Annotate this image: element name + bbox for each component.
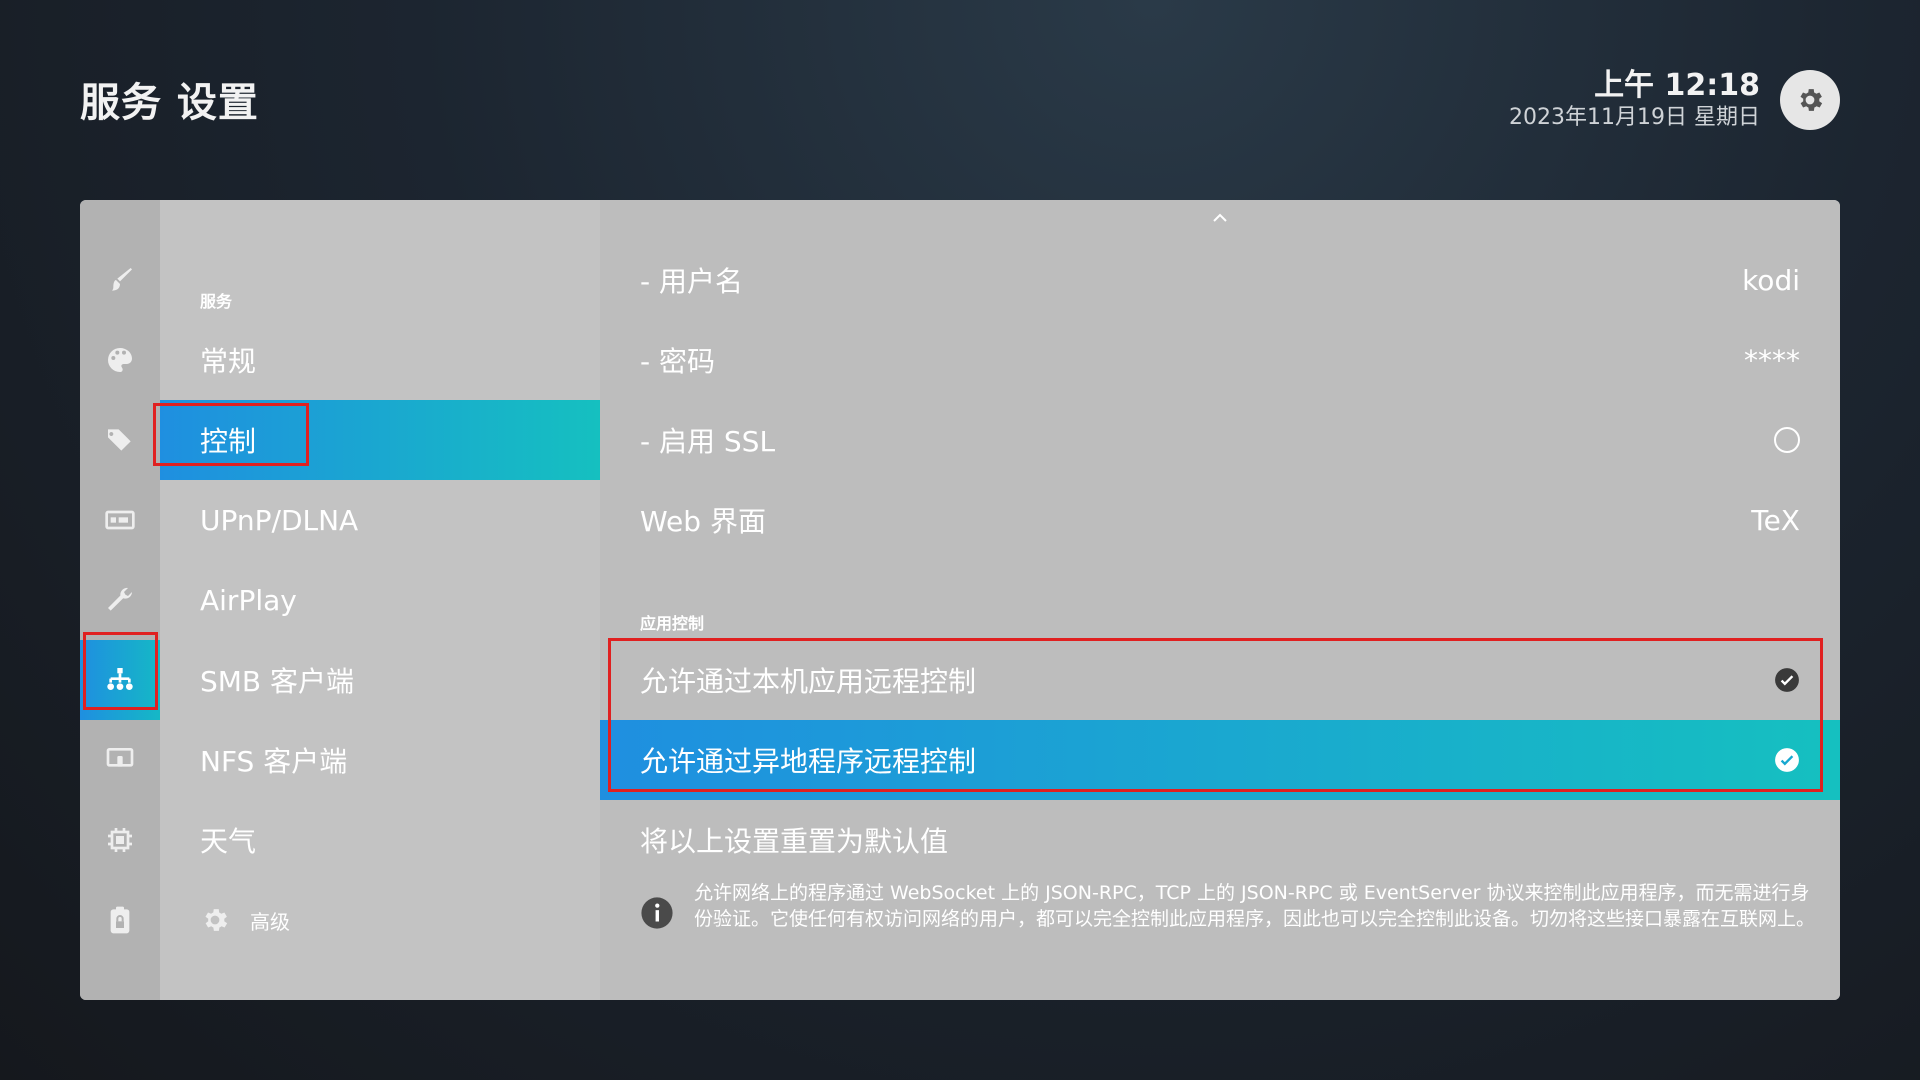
- scroll-up-chevron-icon[interactable]: [1208, 206, 1232, 230]
- clock-time: 上午 12:18: [1594, 68, 1760, 103]
- page-title: 服务 设置: [80, 80, 259, 126]
- remote-display-icon: [106, 748, 134, 767]
- menu-item-label: SMB 客户端: [200, 665, 355, 698]
- menu-item-label: NFS 客户端: [200, 745, 348, 778]
- menu-item-label: 控制: [200, 425, 257, 458]
- clock-date: 2023年11月19日 星期日: [1509, 105, 1760, 130]
- setting-value: kodi: [1742, 263, 1800, 297]
- menu-item-smb[interactable]: SMB 客户端: [160, 640, 600, 720]
- menu-item-upnp[interactable]: UPnP/DLNA: [160, 480, 600, 560]
- setting-description-text: 允许网络上的程序通过 WebSocket 上的 JSON-RPC，TCP 上的 …: [694, 882, 1816, 930]
- category-profiles[interactable]: [80, 880, 160, 960]
- setting-enable-ssl[interactable]: - 启用 SSL: [600, 400, 1840, 480]
- setting-label: - 密码: [640, 345, 716, 378]
- settings-content: - 用户名 kodi - 密码 **** - 启用 SSL Web 界面 TeX…: [600, 200, 1840, 1000]
- settings-panel: 服务 常规 控制 UPnP/DLNA AirPlay SMB 客户端 NFS 客…: [80, 200, 1840, 1000]
- app-control-section-header: 应用控制: [640, 614, 705, 633]
- wrench-icon: [108, 587, 132, 611]
- menu-item-label: AirPlay: [200, 583, 297, 617]
- category-brush[interactable]: [80, 240, 160, 320]
- network-icon: [107, 668, 133, 690]
- toggle-off-icon[interactable]: [1774, 427, 1800, 453]
- palette-icon: [108, 348, 132, 372]
- setting-label: - 用户名: [640, 265, 744, 298]
- settings-level-button[interactable]: 高级: [160, 880, 600, 960]
- chip-icon: [108, 828, 132, 852]
- menu-item-airplay[interactable]: AirPlay: [160, 560, 600, 640]
- category-tools[interactable]: [80, 560, 160, 640]
- setting-description: 允许网络上的程序通过 WebSocket 上的 JSON-RPC，TCP 上的 …: [640, 880, 1820, 932]
- menu-section-header: 服务: [200, 292, 233, 311]
- setting-allow-remote-app-control[interactable]: 允许通过异地程序远程控制: [600, 720, 1840, 800]
- setting-username[interactable]: - 用户名 kodi: [600, 240, 1840, 320]
- clock: 上午 12:18 2023年11月19日 星期日: [1509, 68, 1760, 132]
- display-icon: [105, 510, 135, 530]
- info-icon: [641, 897, 673, 929]
- settings-category-menu: 服务 常规 控制 UPnP/DLNA AirPlay SMB 客户端 NFS 客…: [160, 200, 600, 1000]
- menu-item-label: UPnP/DLNA: [200, 503, 359, 537]
- setting-label: 允许通过本机应用远程控制: [640, 665, 977, 698]
- menu-item-nfs[interactable]: NFS 客户端: [160, 720, 600, 800]
- category-remote-display[interactable]: [80, 720, 160, 800]
- category-services[interactable]: [80, 640, 160, 720]
- brush-icon: [112, 268, 132, 291]
- category-icon-bar: [80, 200, 160, 1000]
- setting-value: TeX: [1751, 503, 1800, 537]
- setting-label: 将以上设置重置为默认值: [640, 825, 949, 858]
- setting-label: Web 界面: [640, 505, 766, 538]
- setting-allow-local-app-control[interactable]: 允许通过本机应用远程控制: [600, 640, 1840, 720]
- category-display[interactable]: [80, 480, 160, 560]
- gear-icon: [205, 909, 228, 931]
- menu-item-general[interactable]: 常规: [160, 320, 600, 400]
- setting-web-interface[interactable]: Web 界面 TeX: [600, 480, 1840, 560]
- setting-label: 允许通过异地程序远程控制: [640, 745, 977, 778]
- settings-level-label: 高级: [250, 909, 290, 934]
- setting-password[interactable]: - 密码 ****: [600, 320, 1840, 400]
- menu-item-weather[interactable]: 天气: [160, 800, 600, 880]
- settings-button[interactable]: [1780, 70, 1840, 130]
- category-system[interactable]: [80, 800, 160, 880]
- menu-item-label: 常规: [200, 345, 257, 378]
- category-palette[interactable]: [80, 320, 160, 400]
- checkmark-on-icon[interactable]: [1774, 747, 1800, 773]
- category-tags[interactable]: [80, 400, 160, 480]
- clipboard-lock-icon: [110, 906, 130, 934]
- menu-item-label: 天气: [200, 825, 257, 858]
- setting-value: ****: [1744, 343, 1800, 377]
- reset-defaults-button[interactable]: 将以上设置重置为默认值: [600, 800, 1840, 880]
- gear-icon: [1800, 89, 1823, 111]
- checkmark-on-icon[interactable]: [1774, 667, 1800, 693]
- tags-icon: [108, 429, 131, 451]
- setting-label: - 启用 SSL: [640, 425, 776, 458]
- menu-item-control[interactable]: 控制: [160, 400, 600, 480]
